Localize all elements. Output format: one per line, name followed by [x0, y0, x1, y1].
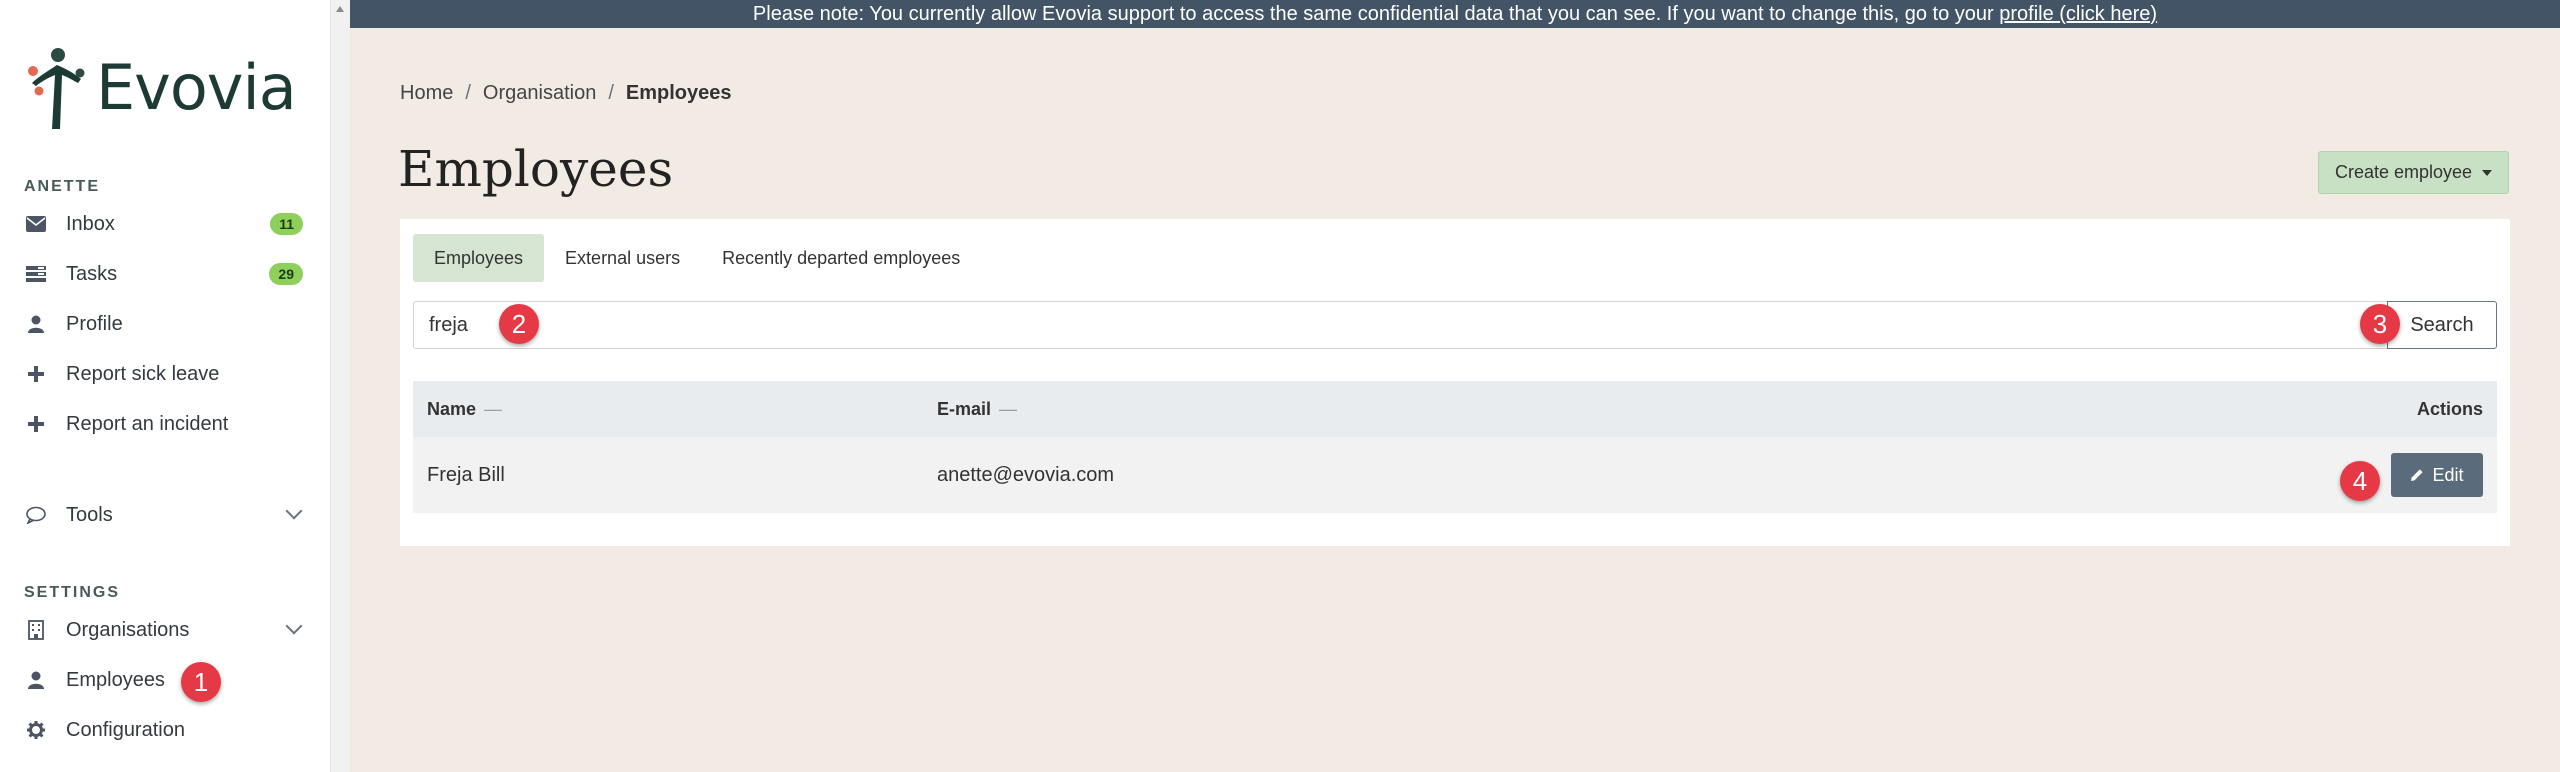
edit-label: Edit — [2432, 464, 2464, 485]
inbox-count-badge: 11 — [270, 213, 303, 235]
tasks-icon — [26, 264, 46, 284]
evovia-logo[interactable]: Evovia — [24, 40, 297, 135]
callout-marker-4: 4 — [2340, 461, 2380, 501]
user-section-label: ANETTE — [24, 178, 100, 195]
sort-indicator: — — [484, 398, 503, 419]
sidebar-item-tools[interactable]: Tools — [0, 492, 330, 538]
sidebar: Evovia ANETTE Inbox 11 Tasks 29 Profile … — [0, 0, 330, 772]
sidebar-item-inbox[interactable]: Inbox 11 — [0, 201, 330, 247]
employees-panel: Employees External users Recently depart… — [400, 219, 2510, 546]
tab-recently-departed[interactable]: Recently departed employees — [701, 234, 981, 282]
cell-name: Freja Bill — [427, 463, 505, 486]
tabs: Employees External users Recently depart… — [413, 234, 981, 282]
user-icon — [26, 670, 46, 690]
speech-bubble-icon — [26, 505, 46, 525]
sort-indicator: — — [999, 398, 1018, 419]
callout-marker-2: 2 — [499, 304, 539, 344]
breadcrumb-separator: / — [608, 82, 614, 104]
header-name[interactable]: Name — — [427, 399, 502, 420]
page-title: Employees — [398, 140, 674, 198]
sidebar-item-report-incident[interactable]: Report an incident — [0, 401, 330, 447]
sidebar-item-report-sick-leave[interactable]: Report sick leave — [0, 351, 330, 397]
header-email[interactable]: E-mail — — [937, 399, 1017, 420]
evovia-logo-figure-icon — [28, 47, 85, 129]
edit-button[interactable]: Edit — [2391, 453, 2483, 497]
sidebar-item-configuration[interactable]: Configuration — [0, 707, 330, 753]
profile-link[interactable]: profile (click here) — [1999, 3, 2157, 25]
user-icon — [26, 314, 46, 334]
sidebar-scrollbar[interactable] — [330, 0, 350, 772]
logo-text: Evovia — [96, 51, 297, 124]
callout-marker-1: 1 — [181, 662, 221, 702]
employees-table: Name — E-mail — Actions Freja Bill anette@… — [413, 381, 2497, 513]
sidebar-item-label: Profile — [66, 312, 123, 335]
create-employee-button[interactable]: Create employee — [2318, 151, 2509, 194]
sidebar-item-label: Report an incident — [66, 412, 229, 435]
search-button[interactable]: Search — [2387, 301, 2497, 349]
sidebar-item-organisations[interactable]: Organisations — [0, 607, 330, 653]
create-employee-label: Create employee — [2334, 162, 2473, 182]
breadcrumb-organisation[interactable]: Organisation — [483, 82, 596, 105]
search-input[interactable]: freja — [413, 301, 2388, 349]
plus-icon — [26, 364, 46, 384]
plus-icon — [26, 414, 46, 434]
table-header: Name — E-mail — Actions — [413, 381, 2497, 437]
cell-email: anette@evovia.com — [937, 463, 1115, 486]
pencil-icon — [2411, 469, 2424, 481]
sidebar-item-label: Report sick leave — [66, 362, 220, 385]
sidebar-item-label: Configuration — [66, 718, 185, 741]
breadcrumb-employees: Employees — [625, 82, 732, 104]
header-actions: Actions — [2416, 398, 2483, 419]
envelope-icon — [26, 214, 46, 234]
gear-icon — [26, 720, 46, 740]
banner-text: Please note: You currently allow Evovia … — [752, 3, 2000, 25]
tab-external-users[interactable]: External users — [544, 234, 701, 282]
sidebar-item-profile[interactable]: Profile — [0, 301, 330, 347]
caret-down-icon — [2482, 169, 2493, 176]
breadcrumb: Home / Organisation / Employees — [400, 82, 732, 105]
breadcrumb-separator: / — [465, 82, 471, 104]
tab-employees[interactable]: Employees — [413, 234, 545, 282]
settings-section-label: SETTINGS — [24, 584, 121, 601]
building-icon — [26, 620, 46, 640]
support-access-banner: Please note: You currently allow Evovia … — [350, 0, 2560, 28]
tasks-count-badge: 29 — [269, 263, 303, 285]
scroll-up-arrow-icon[interactable] — [336, 6, 344, 12]
table-row: Freja Bill anette@evovia.com Edit — [413, 437, 2497, 513]
breadcrumb-home[interactable]: Home — [400, 82, 453, 105]
callout-marker-3: 3 — [2360, 304, 2400, 344]
sidebar-item-tasks[interactable]: Tasks 29 — [0, 251, 330, 297]
sidebar-item-employees[interactable]: Employees — [0, 657, 330, 703]
